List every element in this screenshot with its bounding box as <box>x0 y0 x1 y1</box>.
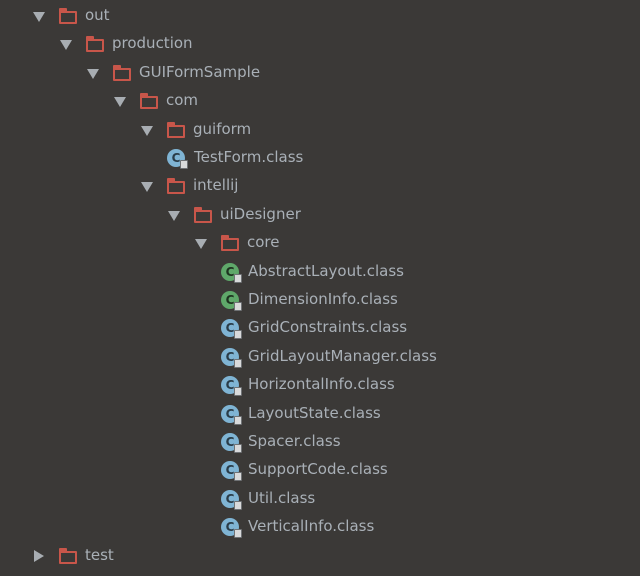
tree-item-label: LayoutState.class <box>248 404 381 422</box>
tree-item-label: Spacer.class <box>248 432 341 450</box>
tree-file-row[interactable]: C LayoutState.class <box>0 402 640 426</box>
tree-item-label: DimensionInfo.class <box>248 290 398 308</box>
tree-item-label: HorizontalInfo.class <box>248 375 395 393</box>
chevron-down-icon[interactable] <box>195 239 207 249</box>
tree-item-label: core <box>247 233 280 251</box>
class-file-icon: C <box>221 405 242 425</box>
tree-item-label: test <box>85 546 114 564</box>
class-file-icon: C <box>221 490 242 510</box>
folder-icon <box>113 65 131 81</box>
class-file-icon: C <box>221 461 242 481</box>
tree-folder-row[interactable]: test <box>0 544 640 568</box>
tree-file-row[interactable]: C GridConstraints.class <box>0 316 640 340</box>
tree-folder-row[interactable]: guiform <box>0 118 640 142</box>
folder-icon <box>221 235 239 251</box>
tree-item-label: Util.class <box>248 489 316 507</box>
folder-icon <box>194 207 212 223</box>
chevron-down-icon[interactable] <box>33 12 45 22</box>
tree-folder-row[interactable]: com <box>0 89 640 113</box>
tree-folder-row[interactable]: core <box>0 231 640 255</box>
tree-folder-row[interactable]: production <box>0 32 640 56</box>
tree-item-label: com <box>166 91 199 109</box>
tree-file-row[interactable]: C TestForm.class <box>0 146 640 170</box>
chevron-down-icon[interactable] <box>114 97 126 107</box>
tree-item-label: uiDesigner <box>220 205 301 223</box>
class-file-icon: C <box>221 376 242 396</box>
class-file-icon: C <box>167 149 188 169</box>
folder-icon <box>59 548 77 564</box>
tree-file-row[interactable]: C Util.class <box>0 487 640 511</box>
tree-item-label: TestForm.class <box>194 148 304 166</box>
tree-item-label: out <box>85 6 110 24</box>
tree-folder-row[interactable]: out <box>0 4 640 28</box>
chevron-down-icon[interactable] <box>141 126 153 136</box>
tree-file-row[interactable]: C SupportCode.class <box>0 458 640 482</box>
tree-file-row[interactable]: C Spacer.class <box>0 430 640 454</box>
tree-item-label: SupportCode.class <box>248 460 388 478</box>
class-file-icon: C <box>221 348 242 368</box>
folder-icon <box>167 122 185 138</box>
folder-icon <box>167 178 185 194</box>
tree-item-label: VerticalInfo.class <box>248 517 375 535</box>
tree-file-row[interactable]: C VerticalInfo.class <box>0 515 640 539</box>
chevron-down-icon[interactable] <box>60 40 72 50</box>
abstract-class-file-icon: C <box>221 291 242 311</box>
chevron-down-icon[interactable] <box>141 182 153 192</box>
tree-item-label: production <box>112 34 193 52</box>
folder-icon <box>140 93 158 109</box>
tree-item-label: intellij <box>193 176 239 194</box>
class-file-icon: C <box>221 319 242 339</box>
class-file-icon: C <box>221 518 242 538</box>
chevron-down-icon[interactable] <box>87 69 99 79</box>
tree-item-label: AbstractLayout.class <box>248 262 404 280</box>
tree-file-row[interactable]: C DimensionInfo.class <box>0 288 640 312</box>
project-tree: out production GUIFormSample com guiform C Tes… <box>0 0 640 576</box>
tree-file-row[interactable]: C AbstractLayout.class <box>0 260 640 284</box>
abstract-class-file-icon: C <box>221 263 242 283</box>
folder-icon <box>86 36 104 52</box>
tree-folder-row[interactable]: GUIFormSample <box>0 61 640 85</box>
tree-folder-row[interactable]: uiDesigner <box>0 203 640 227</box>
folder-icon <box>59 8 77 24</box>
chevron-down-icon[interactable] <box>168 211 180 221</box>
class-file-icon: C <box>221 433 242 453</box>
tree-file-row[interactable]: C HorizontalInfo.class <box>0 373 640 397</box>
tree-item-label: GridLayoutManager.class <box>248 347 437 365</box>
tree-file-row[interactable]: C GridLayoutManager.class <box>0 345 640 369</box>
tree-folder-row[interactable]: intellij <box>0 174 640 198</box>
tree-item-label: GUIFormSample <box>139 63 261 81</box>
chevron-right-icon[interactable] <box>34 550 44 562</box>
tree-item-label: guiform <box>193 120 252 138</box>
tree-item-label: GridConstraints.class <box>248 318 408 336</box>
